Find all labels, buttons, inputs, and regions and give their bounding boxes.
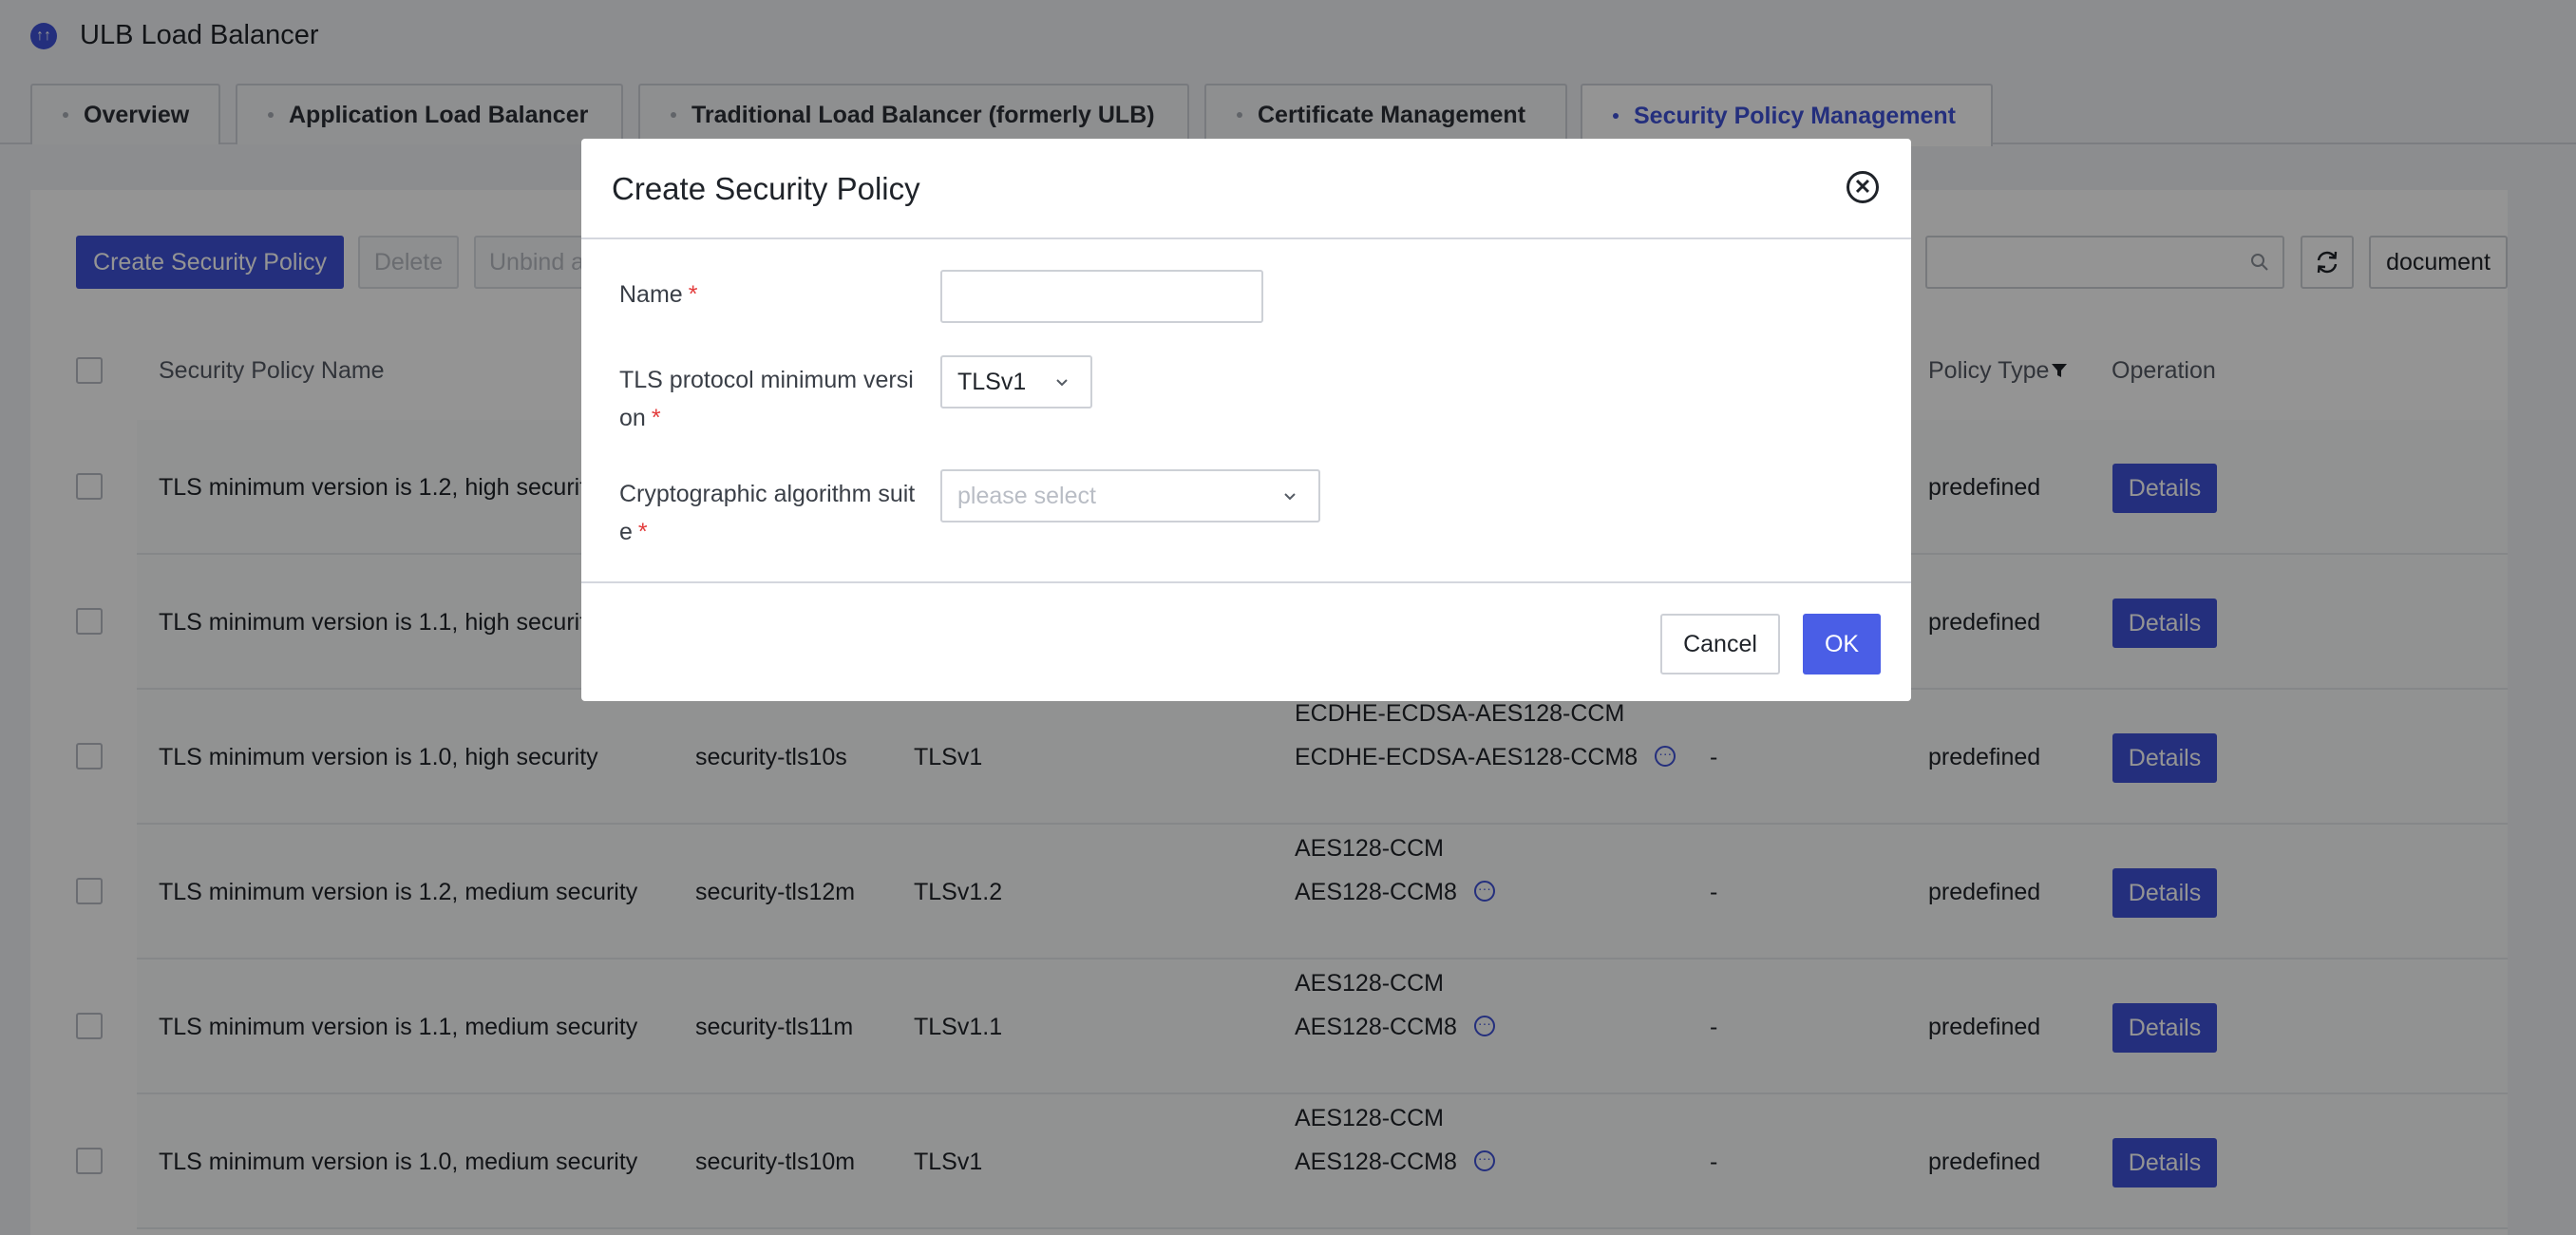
chevron-down-icon — [1284, 493, 1296, 501]
dialog-footer: Cancel OK — [581, 581, 1911, 701]
name-input[interactable] — [940, 270, 1263, 323]
suite-label-line: Cryptographic algorithm suit — [619, 481, 916, 507]
required-mark: * — [651, 405, 661, 431]
required-mark: * — [637, 519, 648, 545]
tls-version-value: TLSv1 — [957, 368, 1027, 395]
tls-label-line: TLS protocol minimum versi — [619, 367, 914, 393]
create-security-policy-dialog: Create Security Policy ✕ Name * TLS proto… — [581, 139, 1911, 701]
close-icon[interactable]: ✕ — [1847, 171, 1879, 203]
tls-label-line: on — [619, 405, 646, 431]
chevron-down-icon — [1056, 379, 1068, 387]
cancel-button[interactable]: Cancel — [1660, 614, 1780, 674]
ok-button[interactable]: OK — [1803, 614, 1881, 674]
name-label: Name * — [619, 276, 923, 314]
cipher-suite-label: Cryptographic algorithm suit e * — [619, 475, 923, 551]
tls-version-label: TLS protocol minimum versi on * — [619, 361, 923, 437]
cipher-suite-select[interactable]: please select — [940, 469, 1320, 522]
dialog-title: Create Security Policy — [612, 171, 920, 206]
cipher-suite-placeholder: please select — [957, 482, 1096, 509]
suite-label-line: e — [619, 519, 633, 545]
required-mark: * — [688, 281, 698, 308]
name-label-text: Name — [619, 281, 683, 308]
dialog-header: Create Security Policy ✕ — [581, 139, 1911, 239]
tls-version-select[interactable]: TLSv1 — [940, 355, 1092, 408]
